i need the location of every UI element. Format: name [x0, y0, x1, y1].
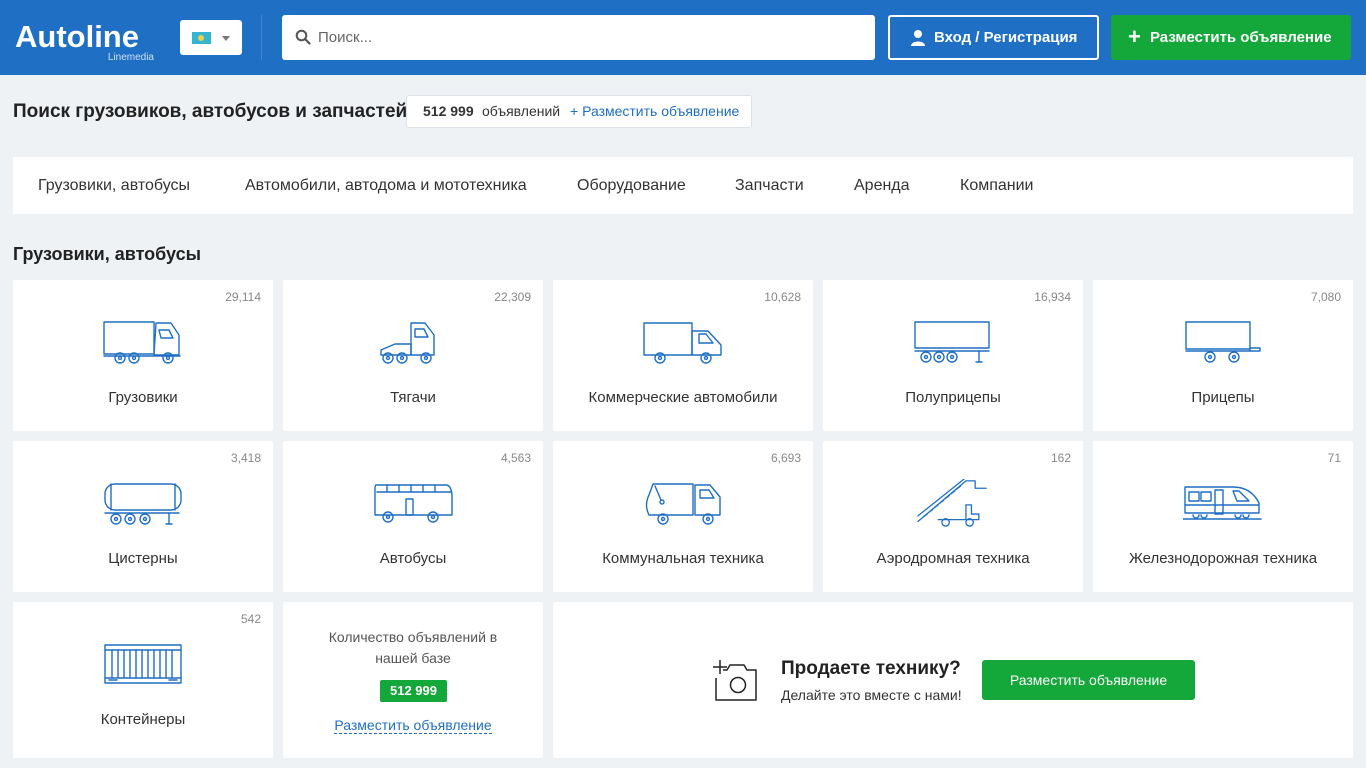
section-title: Грузовики, автобусы	[13, 244, 201, 264]
nav-item-parts[interactable]: Запчасти	[735, 157, 804, 214]
logo-text: Autoline	[15, 19, 139, 54]
search-icon	[295, 29, 311, 45]
nav-item-trucks-buses[interactable]: Грузовики, автобусы	[38, 157, 190, 214]
tractor-unit-icon	[380, 322, 435, 364]
category-card-trucks[interactable]: 29,114 Грузовики	[13, 280, 273, 431]
page-title: Поиск грузовиков, автобусов и запчастей	[13, 101, 408, 122]
category-card-tractor-units[interactable]: 22,309 Тягачи	[283, 280, 543, 431]
sell-promo: Продаете технику? Делайте это вместе с н…	[553, 602, 1353, 758]
post-ad-button[interactable]: + Разместить объявление	[1111, 15, 1351, 60]
card-label: Цистерны	[108, 550, 178, 567]
card-count: 4,563	[500, 451, 531, 465]
ad-count-word: объявлений	[482, 103, 561, 119]
card-count: 29,114	[225, 290, 261, 304]
post-ad-label: Разместить объявление	[1150, 29, 1332, 46]
card-count: 71	[1327, 451, 1341, 465]
ad-count: 512 999	[423, 103, 474, 119]
category-card-trailers[interactable]: 7,080 Прицепы	[1093, 280, 1353, 431]
card-label: Прицепы	[1191, 389, 1255, 406]
ad-stats-card: Количество объявлений в нашей базе 512 9…	[283, 602, 543, 758]
card-count: 22,309	[494, 290, 531, 304]
category-card-buses[interactable]: 4,563 Автобусы	[283, 441, 543, 592]
stats-badge: 512 999	[380, 680, 447, 702]
nav-item-rent[interactable]: Аренда	[854, 157, 910, 214]
nav-item-companies[interactable]: Компании	[960, 157, 1034, 214]
card-label: Железнодорожная техника	[1128, 550, 1318, 567]
card-count: 542	[240, 612, 261, 626]
container-icon	[104, 644, 182, 684]
header-divider	[261, 15, 262, 60]
train-icon	[1183, 486, 1262, 520]
promo-subtitle: Делайте это вместе с нами!	[781, 687, 962, 703]
card-label: Контейнеры	[100, 711, 186, 728]
card-label: Коммунальная техника	[602, 550, 764, 567]
van-icon	[643, 322, 722, 364]
category-nav: Грузовики, автобусы Автомобили, автодома…	[13, 157, 1353, 214]
category-card-railway[interactable]: 71 Железнодорожная техника	[1093, 441, 1353, 592]
card-count: 162	[1050, 451, 1071, 465]
airstairs-icon	[917, 479, 987, 527]
add-photo-icon	[713, 660, 757, 701]
promo-post-button[interactable]: Разместить объявление	[982, 660, 1195, 700]
card-label: Коммерческие автомобили	[588, 389, 778, 406]
promo-title: Продаете технику?	[781, 658, 961, 679]
logo[interactable]: Autoline Linemedia	[15, 18, 160, 66]
card-label: Автобусы	[379, 550, 447, 567]
card-count: 6,693	[770, 451, 801, 465]
card-count: 7,080	[1310, 290, 1341, 304]
search-box[interactable]	[282, 15, 875, 60]
stats-text: Количество объявлений в нашей базе	[328, 629, 498, 666]
card-count: 10,628	[764, 290, 801, 304]
nav-item-equipment[interactable]: Оборудование	[577, 157, 686, 214]
chevron-down-icon	[222, 36, 230, 41]
ad-count-box: 512 999 объявлений + Разместить объявлен…	[406, 95, 752, 128]
trailer-icon	[1185, 321, 1261, 363]
category-card-airport[interactable]: 162 Аэродромная техника	[823, 441, 1083, 592]
logo-subtext: Linemedia	[107, 52, 154, 63]
category-card-containers[interactable]: 542 Контейнеры	[13, 602, 273, 758]
tank-icon	[104, 483, 182, 525]
login-label: Вход / Регистрация	[934, 29, 1078, 46]
user-icon	[911, 30, 925, 46]
login-button[interactable]: Вход / Регистрация	[888, 15, 1099, 60]
card-label: Полуприцепы	[905, 389, 1001, 406]
kazakhstan-flag-icon	[192, 32, 211, 44]
category-card-municipal[interactable]: 6,693 Коммунальная техника	[553, 441, 813, 592]
plus-icon: +	[1128, 24, 1141, 49]
card-label: Тягачи	[390, 389, 436, 406]
card-count: 3,418	[230, 451, 261, 465]
post-ad-link[interactable]: + Разместить объявление	[570, 96, 739, 127]
stats-post-link-label[interactable]: Разместить объявление	[334, 717, 492, 734]
semitrailer-icon	[914, 321, 990, 363]
category-card-commercial[interactable]: 10,628 Коммерческие автомобили	[553, 280, 813, 431]
card-label: Грузовики	[108, 389, 178, 406]
card-count: 16,934	[1034, 290, 1071, 304]
bus-icon	[374, 484, 453, 523]
card-label: Аэродромная техника	[876, 550, 1030, 567]
top-bar: Autoline Linemedia Вход / Регистрация + …	[0, 0, 1366, 75]
search-input[interactable]	[318, 15, 868, 60]
garbage-truck-icon	[645, 483, 721, 525]
stats-post-link[interactable]: Разместить объявление	[283, 717, 543, 734]
truck-icon	[103, 321, 181, 364]
country-selector[interactable]	[180, 20, 242, 55]
category-card-tanks[interactable]: 3,418 Цистерны	[13, 441, 273, 592]
category-card-semitrailers[interactable]: 16,934 Полуприцепы	[823, 280, 1083, 431]
nav-item-cars[interactable]: Автомобили, автодома и мототехника	[245, 157, 527, 214]
